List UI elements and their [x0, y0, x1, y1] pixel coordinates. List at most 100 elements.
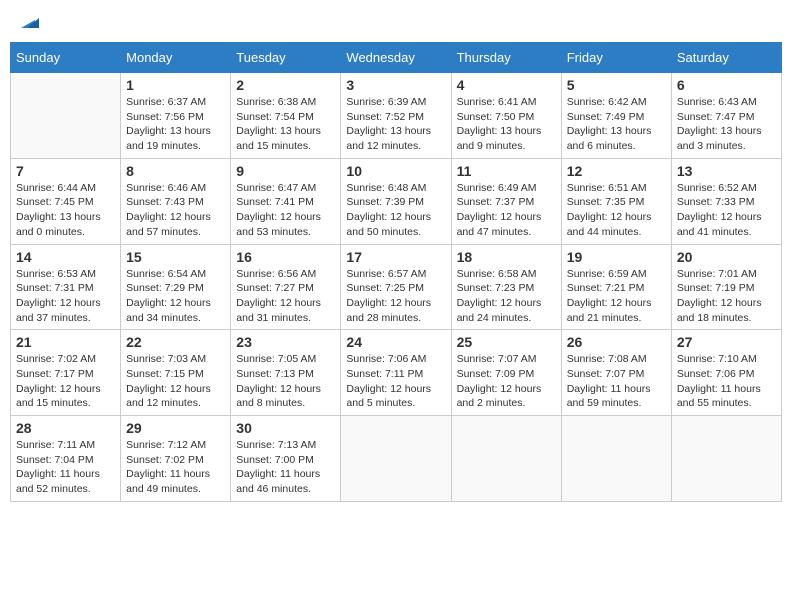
day-number: 16	[236, 249, 335, 265]
cell-info: Sunrise: 6:53 AMSunset: 7:31 PMDaylight:…	[16, 267, 115, 326]
day-number: 20	[677, 249, 776, 265]
calendar-cell: 4 Sunrise: 6:41 AMSunset: 7:50 PMDaylight…	[451, 73, 561, 159]
day-number: 10	[346, 163, 445, 179]
cell-info: Sunrise: 6:56 AMSunset: 7:27 PMDaylight:…	[236, 267, 335, 326]
day-number: 4	[457, 77, 556, 93]
calendar-cell: 25 Sunrise: 7:07 AMSunset: 7:09 PMDayligh…	[451, 330, 561, 416]
day-number: 18	[457, 249, 556, 265]
calendar-cell: 23 Sunrise: 7:05 AMSunset: 7:13 PMDayligh…	[231, 330, 341, 416]
calendar-cell: 17 Sunrise: 6:57 AMSunset: 7:25 PMDayligh…	[341, 244, 451, 330]
cell-info: Sunrise: 6:43 AMSunset: 7:47 PMDaylight:…	[677, 95, 776, 154]
day-number: 3	[346, 77, 445, 93]
calendar-cell: 30 Sunrise: 7:13 AMSunset: 7:00 PMDayligh…	[231, 416, 341, 502]
cell-info: Sunrise: 6:58 AMSunset: 7:23 PMDaylight:…	[457, 267, 556, 326]
cell-info: Sunrise: 6:41 AMSunset: 7:50 PMDaylight:…	[457, 95, 556, 154]
weekday-header-thursday: Thursday	[451, 43, 561, 73]
day-number: 9	[236, 163, 335, 179]
cell-info: Sunrise: 7:08 AMSunset: 7:07 PMDaylight:…	[567, 352, 666, 411]
calendar-cell: 10 Sunrise: 6:48 AMSunset: 7:39 PMDayligh…	[341, 158, 451, 244]
logo	[15, 10, 39, 32]
cell-info: Sunrise: 7:10 AMSunset: 7:06 PMDaylight:…	[677, 352, 776, 411]
day-number: 14	[16, 249, 115, 265]
cell-info: Sunrise: 6:37 AMSunset: 7:56 PMDaylight:…	[126, 95, 225, 154]
cell-info: Sunrise: 6:42 AMSunset: 7:49 PMDaylight:…	[567, 95, 666, 154]
calendar-cell: 8 Sunrise: 6:46 AMSunset: 7:43 PMDaylight…	[121, 158, 231, 244]
day-number: 2	[236, 77, 335, 93]
cell-info: Sunrise: 6:49 AMSunset: 7:37 PMDaylight:…	[457, 181, 556, 240]
calendar-cell: 6 Sunrise: 6:43 AMSunset: 7:47 PMDaylight…	[671, 73, 781, 159]
day-number: 28	[16, 420, 115, 436]
calendar-cell: 16 Sunrise: 6:56 AMSunset: 7:27 PMDayligh…	[231, 244, 341, 330]
cell-info: Sunrise: 7:05 AMSunset: 7:13 PMDaylight:…	[236, 352, 335, 411]
cell-info: Sunrise: 7:12 AMSunset: 7:02 PMDaylight:…	[126, 438, 225, 497]
day-number: 23	[236, 334, 335, 350]
header	[10, 10, 782, 32]
weekday-header-monday: Monday	[121, 43, 231, 73]
cell-info: Sunrise: 7:11 AMSunset: 7:04 PMDaylight:…	[16, 438, 115, 497]
calendar-cell	[561, 416, 671, 502]
calendar-cell: 2 Sunrise: 6:38 AMSunset: 7:54 PMDaylight…	[231, 73, 341, 159]
cell-info: Sunrise: 6:59 AMSunset: 7:21 PMDaylight:…	[567, 267, 666, 326]
calendar-cell	[11, 73, 121, 159]
weekday-header-saturday: Saturday	[671, 43, 781, 73]
day-number: 6	[677, 77, 776, 93]
cell-info: Sunrise: 7:03 AMSunset: 7:15 PMDaylight:…	[126, 352, 225, 411]
calendar-cell: 13 Sunrise: 6:52 AMSunset: 7:33 PMDayligh…	[671, 158, 781, 244]
calendar-cell: 21 Sunrise: 7:02 AMSunset: 7:17 PMDayligh…	[11, 330, 121, 416]
calendar-cell	[671, 416, 781, 502]
calendar-cell: 26 Sunrise: 7:08 AMSunset: 7:07 PMDayligh…	[561, 330, 671, 416]
calendar-cell: 29Sunrise: 7:12 AMSunset: 7:02 PMDayligh…	[121, 416, 231, 502]
calendar-cell: 3Sunrise: 6:39 AMSunset: 7:52 PMDaylight…	[341, 73, 451, 159]
calendar-cell: 5 Sunrise: 6:42 AMSunset: 7:49 PMDaylight…	[561, 73, 671, 159]
calendar-cell: 28 Sunrise: 7:11 AMSunset: 7:04 PMDayligh…	[11, 416, 121, 502]
calendar-cell: 20 Sunrise: 7:01 AMSunset: 7:19 PMDayligh…	[671, 244, 781, 330]
day-number: 12	[567, 163, 666, 179]
weekday-header-friday: Friday	[561, 43, 671, 73]
day-number: 27	[677, 334, 776, 350]
calendar-cell: 19 Sunrise: 6:59 AMSunset: 7:21 PMDayligh…	[561, 244, 671, 330]
weekday-header-sunday: Sunday	[11, 43, 121, 73]
day-number: 5	[567, 77, 666, 93]
calendar-cell: 12 Sunrise: 6:51 AMSunset: 7:35 PMDayligh…	[561, 158, 671, 244]
logo-icon	[17, 10, 39, 32]
day-number: 30	[236, 420, 335, 436]
cell-info: Sunrise: 7:06 AMSunset: 7:11 PMDaylight:…	[346, 352, 445, 411]
cell-info: Sunrise: 7:13 AMSunset: 7:00 PMDaylight:…	[236, 438, 335, 497]
calendar-cell: 24 Sunrise: 7:06 AMSunset: 7:11 PMDayligh…	[341, 330, 451, 416]
day-number: 15	[126, 249, 225, 265]
cell-info: Sunrise: 7:01 AMSunset: 7:19 PMDaylight:…	[677, 267, 776, 326]
day-number: 21	[16, 334, 115, 350]
cell-info: Sunrise: 6:48 AMSunset: 7:39 PMDaylight:…	[346, 181, 445, 240]
cell-info: Sunrise: 7:07 AMSunset: 7:09 PMDaylight:…	[457, 352, 556, 411]
calendar-cell: 11 Sunrise: 6:49 AMSunset: 7:37 PMDayligh…	[451, 158, 561, 244]
day-number: 11	[457, 163, 556, 179]
day-number: 13	[677, 163, 776, 179]
cell-info: Sunrise: 7:02 AMSunset: 7:17 PMDaylight:…	[16, 352, 115, 411]
calendar-cell: 14 Sunrise: 6:53 AMSunset: 7:31 PMDayligh…	[11, 244, 121, 330]
cell-info: Sunrise: 6:38 AMSunset: 7:54 PMDaylight:…	[236, 95, 335, 154]
cell-info: Sunrise: 6:54 AMSunset: 7:29 PMDaylight:…	[126, 267, 225, 326]
cell-info: Sunrise: 6:44 AMSunset: 7:45 PMDaylight:…	[16, 181, 115, 240]
calendar-cell: 15 Sunrise: 6:54 AMSunset: 7:29 PMDayligh…	[121, 244, 231, 330]
day-number: 19	[567, 249, 666, 265]
day-number: 26	[567, 334, 666, 350]
day-number: 25	[457, 334, 556, 350]
weekday-header-wednesday: Wednesday	[341, 43, 451, 73]
day-number: 8	[126, 163, 225, 179]
cell-info: Sunrise: 6:57 AMSunset: 7:25 PMDaylight:…	[346, 267, 445, 326]
cell-info: Sunrise: 6:46 AMSunset: 7:43 PMDaylight:…	[126, 181, 225, 240]
day-number: 17	[346, 249, 445, 265]
calendar-cell: 18 Sunrise: 6:58 AMSunset: 7:23 PMDayligh…	[451, 244, 561, 330]
day-number: 24	[346, 334, 445, 350]
calendar-cell: 7 Sunrise: 6:44 AMSunset: 7:45 PMDaylight…	[11, 158, 121, 244]
cell-info: Sunrise: 6:47 AMSunset: 7:41 PMDaylight:…	[236, 181, 335, 240]
cell-info: Sunrise: 6:52 AMSunset: 7:33 PMDaylight:…	[677, 181, 776, 240]
calendar-cell	[341, 416, 451, 502]
day-number: 1	[126, 77, 225, 93]
calendar-cell: 27 Sunrise: 7:10 AMSunset: 7:06 PMDayligh…	[671, 330, 781, 416]
day-number: 7	[16, 163, 115, 179]
cell-info: Sunrise: 6:51 AMSunset: 7:35 PMDaylight:…	[567, 181, 666, 240]
calendar-cell: 9 Sunrise: 6:47 AMSunset: 7:41 PMDaylight…	[231, 158, 341, 244]
weekday-header-tuesday: Tuesday	[231, 43, 341, 73]
day-number: 22	[126, 334, 225, 350]
